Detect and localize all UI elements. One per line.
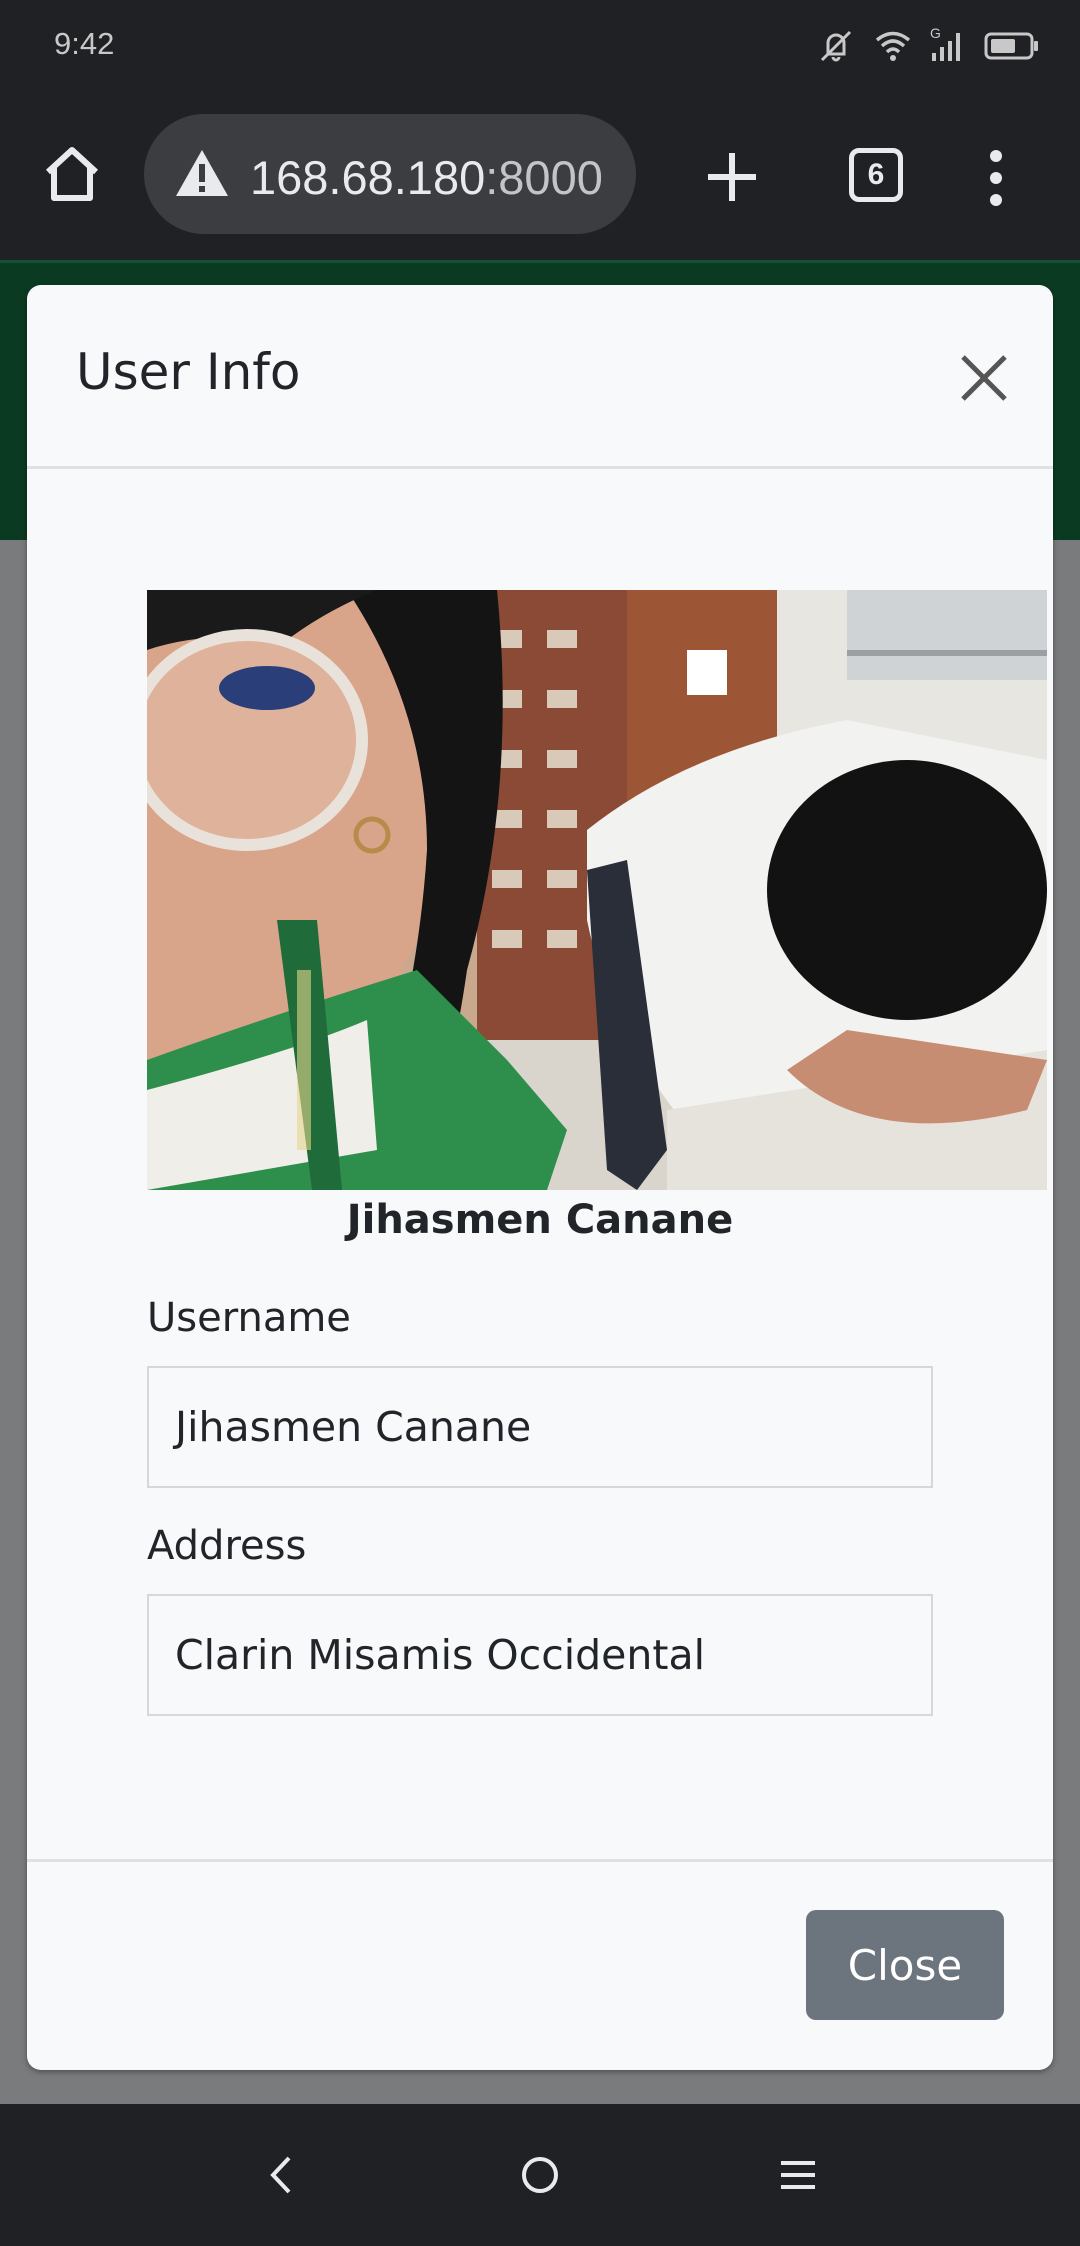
status-icons: G bbox=[816, 24, 1040, 68]
address-value: Clarin Misamis Occidental bbox=[175, 1631, 705, 1679]
status-time: 9:42 bbox=[54, 26, 115, 61]
modal-footer: Close bbox=[27, 1859, 1053, 2070]
address-field[interactable]: Clarin Misamis Occidental bbox=[147, 1594, 933, 1716]
url-text[interactable]: 168.68.180:8000 bbox=[250, 150, 603, 205]
address-label: Address bbox=[147, 1523, 307, 1569]
username-field[interactable]: Jihasmen Canane bbox=[147, 1366, 933, 1488]
profile-photo bbox=[147, 590, 1047, 1190]
user-info-modal: User Info Jihasmen Canane Username Jihas… bbox=[27, 285, 1053, 2070]
home-icon[interactable] bbox=[40, 142, 104, 206]
recents-icon[interactable] bbox=[773, 2150, 823, 2200]
mute-vibrate-icon bbox=[820, 30, 852, 62]
username-value: Jihasmen Canane bbox=[175, 1403, 532, 1451]
warning-icon[interactable] bbox=[174, 148, 230, 198]
close-button[interactable]: Close bbox=[806, 1910, 1004, 2020]
modal-header: User Info bbox=[27, 285, 1053, 469]
user-display-name: Jihasmen Canane bbox=[346, 1197, 734, 1243]
close-icon[interactable] bbox=[959, 353, 1009, 403]
signal-icon bbox=[932, 33, 960, 61]
browser-toolbar: 168.68.180:8000 6 bbox=[0, 92, 1080, 260]
tab-switcher-button[interactable]: 6 bbox=[849, 148, 903, 202]
status-bar: 9:42 G bbox=[0, 0, 1080, 92]
username-label: Username bbox=[147, 1295, 351, 1341]
url-host: 168.68.180 bbox=[250, 151, 486, 204]
menu-dots-icon[interactable] bbox=[980, 148, 1012, 208]
home-circle-icon[interactable] bbox=[515, 2150, 565, 2200]
plus-icon[interactable] bbox=[700, 145, 764, 209]
url-port: :8000 bbox=[485, 151, 603, 204]
back-icon[interactable] bbox=[257, 2150, 307, 2200]
address-bar[interactable]: 168.68.180:8000 bbox=[144, 114, 636, 234]
system-nav-bar bbox=[0, 2104, 1080, 2246]
wifi-icon bbox=[875, 31, 911, 61]
tab-count: 6 bbox=[867, 158, 885, 191]
modal-title: User Info bbox=[76, 343, 301, 401]
battery-icon bbox=[984, 32, 1038, 60]
